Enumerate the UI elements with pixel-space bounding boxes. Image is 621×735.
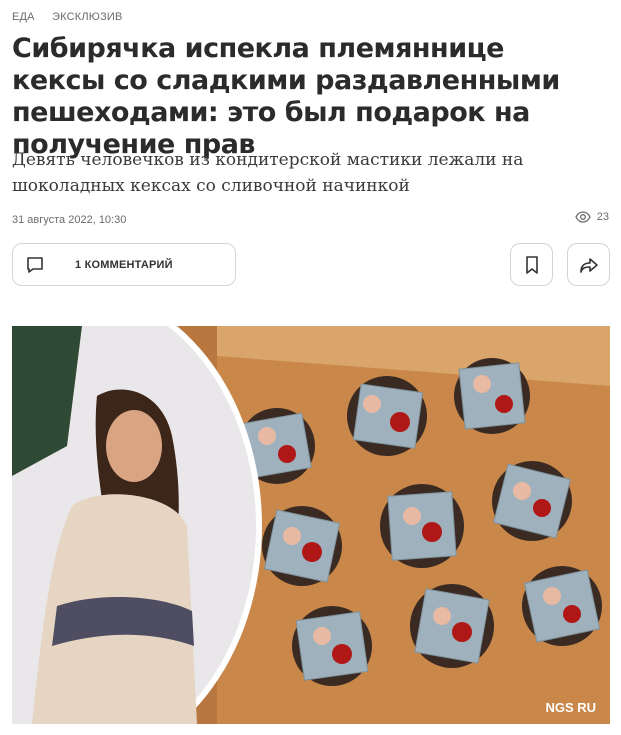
comments-label: 1 КОММЕНТАРИЙ: [75, 258, 173, 271]
rubric-tags: ЕДА ЭКСКЛЮЗИВ: [12, 11, 137, 23]
comments-button[interactable]: 1 КОММЕНТАРИЙ: [12, 243, 236, 286]
photo-collage: NGS RU: [12, 326, 610, 724]
article-photo[interactable]: NGS RU: [12, 326, 610, 724]
photo-watermark: NGS RU: [545, 700, 596, 715]
article-title: Сибирячка испекла племяннице кексы со сл…: [12, 33, 560, 160]
share-button[interactable]: [567, 243, 610, 286]
comment-icon: [27, 256, 43, 273]
views-counter: 23: [575, 211, 609, 223]
share-icon: [579, 257, 598, 273]
publish-date: 31 августа 2022, 10:30: [12, 214, 127, 226]
bookmark-button[interactable]: [510, 243, 553, 286]
tag-food[interactable]: ЕДА: [12, 11, 35, 23]
article-subtitle: Девять человечков из кондитерской мастик…: [12, 150, 524, 196]
views-count: 23: [596, 211, 609, 223]
tag-exclusive[interactable]: ЭКСКЛЮЗИВ: [52, 11, 123, 23]
bookmark-icon: [525, 255, 538, 274]
eye-icon: [575, 211, 591, 223]
